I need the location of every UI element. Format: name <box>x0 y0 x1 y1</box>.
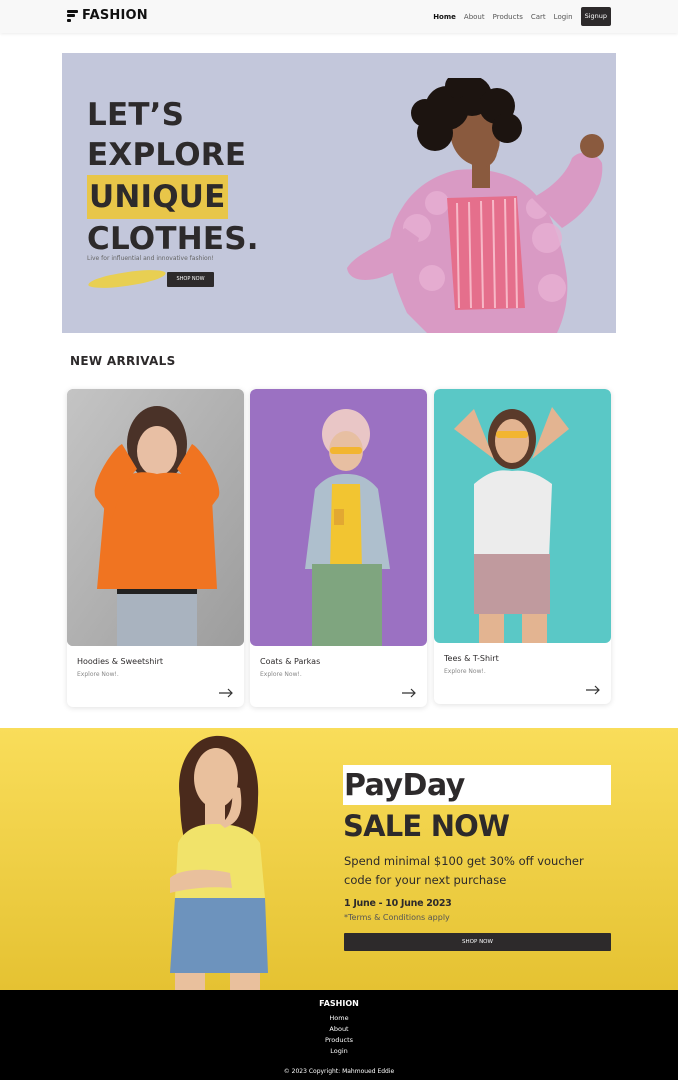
hero-model-photo <box>347 78 604 333</box>
hero-subtitle: Live for influential and innovative fash… <box>87 255 214 262</box>
hero-shop-now-button[interactable]: SHOP NOW <box>167 272 214 287</box>
arrow-right-icon[interactable] <box>585 685 601 695</box>
card-subtitle: Explore Now!. <box>260 671 302 678</box>
footer-copyright: © 2023 Copyright: Mahmoued Eddie <box>283 1068 395 1075</box>
brand-logo[interactable]: FASHION <box>67 8 148 23</box>
sale-terms: *Terms & Conditions apply <box>344 913 450 922</box>
new-arrivals-title: NEW ARRIVALS <box>70 354 176 368</box>
brand-name: FASHION <box>82 8 148 23</box>
sale-model-photo <box>170 735 268 990</box>
decorative-swoosh <box>87 267 167 291</box>
product-card-coats[interactable]: Coats & Parkas Explore Now!. <box>250 389 427 707</box>
nav-link-cart[interactable]: Cart <box>531 13 546 21</box>
hero-banner: LET’S EXPLORE UNIQUE CLOTHES. Live for i… <box>62 53 616 333</box>
card-subtitle: Explore Now!. <box>444 668 486 675</box>
product-card-hoodies[interactable]: Hoodies & Sweetshirt Explore Now!. <box>67 389 244 707</box>
hoodies-model-photo <box>67 389 244 646</box>
card-title: Hoodies & Sweetshirt <box>77 657 164 666</box>
card-subtitle: Explore Now!. <box>77 671 119 678</box>
hero-title-highlight: UNIQUE <box>87 175 228 219</box>
card-title: Coats & Parkas <box>260 657 321 666</box>
hero-title-line-4: CLOTHES. <box>87 221 259 257</box>
sale-headline: PayDay <box>343 765 611 805</box>
hero-title-line-1: LET’S <box>87 97 185 133</box>
footer-link-about[interactable]: About <box>329 1025 348 1034</box>
nav-links: Home About Products Cart Login Signup <box>433 7 611 26</box>
sale-shop-now-button[interactable]: SHOP NOW <box>344 933 611 951</box>
hero-title: LET’S EXPLORE UNIQUE CLOTHES. <box>87 95 259 259</box>
product-card-tees[interactable]: Tees & T-Shirt Explore Now!. <box>434 389 611 704</box>
footer-brand: FASHION <box>319 999 359 1008</box>
fashion-logo-icon <box>67 9 78 22</box>
arrow-right-icon[interactable] <box>401 688 417 698</box>
nav-link-products[interactable]: Products <box>493 13 523 21</box>
navbar: FASHION Home About Products Cart Login S… <box>0 0 678 33</box>
footer: FASHION Home About Products Login © 2023… <box>0 990 678 1080</box>
coats-model-photo <box>250 389 427 646</box>
footer-link-home[interactable]: Home <box>329 1014 348 1023</box>
tees-model-photo <box>434 389 611 643</box>
nav-link-login[interactable]: Login <box>554 13 573 21</box>
nav-link-about[interactable]: About <box>464 13 485 21</box>
footer-link-login[interactable]: Login <box>330 1047 348 1056</box>
card-title: Tees & T-Shirt <box>444 654 499 663</box>
footer-links: Home About Products Login <box>0 1014 678 1056</box>
hero-title-line-2: EXPLORE <box>87 137 247 173</box>
nav-link-home[interactable]: Home <box>433 13 456 21</box>
footer-link-products[interactable]: Products <box>325 1036 353 1045</box>
sale-dates: 1 June - 10 June 2023 <box>344 898 452 909</box>
sale-subheadline: SALE NOW <box>343 809 510 843</box>
arrow-right-icon[interactable] <box>218 688 234 698</box>
sale-description: Spend minimal $100 get 30% off voucher c… <box>344 854 584 887</box>
signup-button[interactable]: Signup <box>580 7 611 26</box>
sale-banner: PayDay SALE NOW Spend minimal $100 get 3… <box>0 728 678 990</box>
